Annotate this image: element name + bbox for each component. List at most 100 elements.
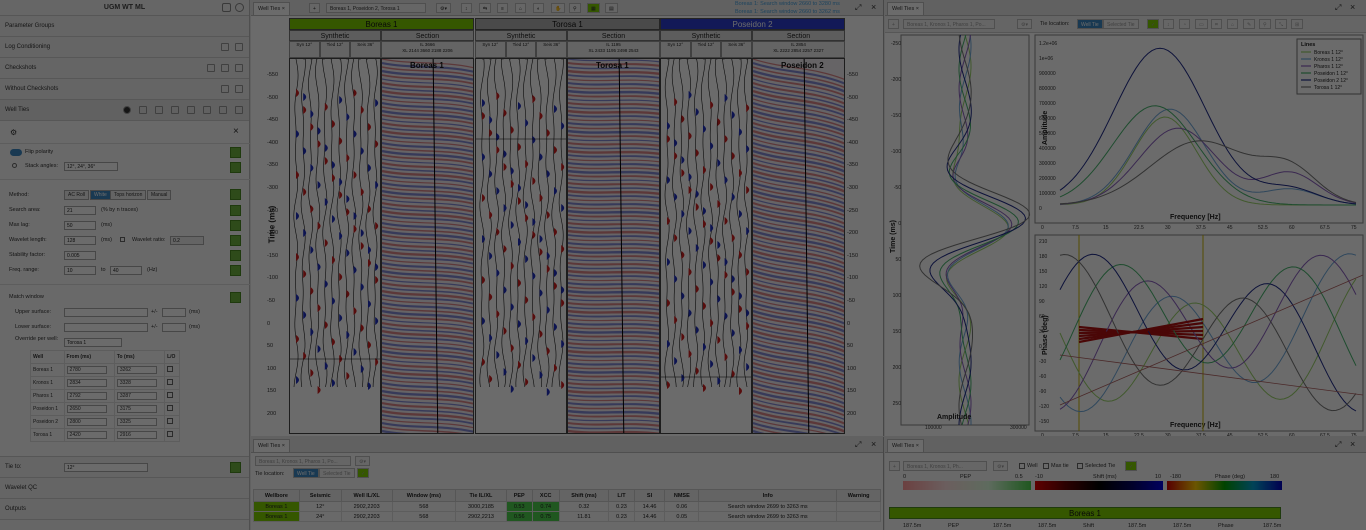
pause-icon[interactable]: [139, 106, 147, 114]
gear-dropdown[interactable]: ⚙▾: [1017, 19, 1032, 29]
tool-icon[interactable]: ◐: [533, 3, 545, 13]
lo-checkbox[interactable]: [167, 392, 174, 398]
filter-icon[interactable]: [207, 64, 215, 72]
to-value[interactable]: 2916: [116, 431, 157, 439]
synthetic-track[interactable]: [660, 58, 752, 434]
to-input[interactable]: 3328: [113, 376, 166, 390]
from-value[interactable]: 2792: [66, 392, 107, 400]
well-tie-button[interactable]: Well Tie: [1077, 19, 1103, 29]
col-header[interactable]: SI: [633, 489, 666, 502]
apply-button[interactable]: [230, 162, 241, 173]
method-ac-roll[interactable]: AC Roll: [64, 190, 89, 200]
apply-button[interactable]: [230, 250, 241, 261]
add-button[interactable]: +: [889, 461, 900, 471]
close-icon[interactable]: ×: [1350, 439, 1355, 449]
filter-icon[interactable]: [155, 106, 163, 114]
well-tie-button[interactable]: Well Tie: [293, 468, 319, 478]
selected-tie-button[interactable]: Selected Tie: [319, 468, 355, 478]
lo-checkbox-cell[interactable]: [164, 428, 180, 442]
upper-surface-select[interactable]: [64, 308, 148, 317]
override-select[interactable]: Torosa 1: [64, 338, 122, 347]
apply-button[interactable]: [230, 235, 241, 246]
apply-button[interactable]: ✓: [357, 468, 370, 478]
tool-icon[interactable]: ✋: [551, 3, 566, 13]
doc-icon[interactable]: [222, 3, 231, 12]
add-tab-button[interactable]: +: [309, 3, 320, 13]
trash-icon[interactable]: [235, 43, 243, 51]
gear-icon[interactable]: ⚙: [10, 128, 17, 137]
to-input[interactable]: 3262: [113, 363, 166, 377]
lo-checkbox-cell[interactable]: [164, 415, 180, 429]
method-tops-horizon[interactable]: Tops horizon: [110, 190, 147, 200]
layout-icon[interactable]: ▤: [605, 3, 618, 13]
method-white[interactable]: White: [90, 190, 111, 200]
lo-checkbox-cell[interactable]: [164, 402, 180, 416]
section-wavelet-qc[interactable]: Wavelet QC: [0, 478, 249, 499]
section-checkshots[interactable]: Checkshots: [0, 58, 249, 79]
apply-button[interactable]: [230, 292, 241, 303]
gear-dropdown[interactable]: ⚙▾: [993, 461, 1008, 471]
tool-icon[interactable]: ↕: [461, 3, 472, 13]
to-input[interactable]: 2916: [113, 428, 166, 442]
col-header[interactable]: NMSE: [664, 489, 700, 502]
max-lag-input[interactable]: 50: [64, 221, 96, 230]
col-header[interactable]: XCC: [531, 489, 560, 502]
tool-icon[interactable]: ▭: [1195, 19, 1208, 29]
section-tie-to[interactable]: Tie to: 12°: [0, 457, 249, 478]
tab-well-ties[interactable]: Well Ties ×: [253, 2, 290, 15]
gear-dropdown[interactable]: ⚙▾: [355, 456, 370, 466]
wells-dropdown[interactable]: Boreas 1, Kronos 1, Pharos 1, Po...: [255, 456, 351, 466]
to-input[interactable]: 3287: [113, 389, 166, 403]
apply-button[interactable]: [230, 220, 241, 231]
from-value[interactable]: 2780: [66, 366, 107, 374]
well-header[interactable]: Torosa 1: [475, 18, 660, 30]
freq-from-input[interactable]: 10: [64, 266, 96, 275]
filter-icon[interactable]: [221, 43, 229, 51]
link-icon[interactable]: [171, 106, 179, 114]
col-header[interactable]: Tie IL/XL: [455, 489, 507, 502]
stack-angles-radio[interactable]: [12, 163, 17, 168]
tool-icon[interactable]: ⌂: [515, 3, 527, 13]
lo-checkbox[interactable]: [167, 366, 174, 372]
tab-well-ties[interactable]: Well Ties ×: [887, 439, 924, 452]
trash-icon[interactable]: [235, 106, 243, 114]
wells-dropdown[interactable]: Boreas 1, Kronos 1, Ph...: [903, 461, 987, 471]
gear-icon[interactable]: [235, 3, 244, 12]
freq-to-input[interactable]: 40: [110, 266, 142, 275]
wells-dropdown[interactable]: Boreas 1, Kronos 1, Pharos 1, Po...: [903, 19, 995, 29]
from-value[interactable]: 2420: [66, 431, 107, 439]
apply-button[interactable]: ✓: [1147, 19, 1160, 29]
col-header[interactable]: Well IL/XL: [340, 489, 393, 502]
to-value[interactable]: 3287: [116, 392, 157, 400]
col-header[interactable]: Info: [698, 489, 838, 502]
lo-checkbox[interactable]: [167, 379, 174, 385]
col-header[interactable]: Seismic: [298, 489, 342, 502]
from-value[interactable]: 2650: [66, 405, 107, 413]
apply-button[interactable]: [230, 265, 241, 276]
maximize-icon[interactable]: ⤢: [855, 440, 861, 450]
lo-checkbox[interactable]: [167, 418, 174, 424]
wavelet-ratio-checkbox[interactable]: [120, 237, 125, 242]
tool-icon[interactable]: ↕: [1163, 19, 1174, 29]
col-header[interactable]: Shift (ms): [558, 489, 610, 502]
synthetic-track[interactable]: [289, 58, 381, 434]
wavelet-length-input[interactable]: 128: [64, 236, 96, 245]
trash-icon[interactable]: [235, 64, 243, 72]
section-without-checkshots[interactable]: Without Checkshots: [0, 79, 249, 100]
tool-icon[interactable]: ✎: [1243, 19, 1256, 29]
section-well-ties[interactable]: Well Ties: [0, 100, 249, 121]
lo-checkbox-cell[interactable]: [164, 376, 180, 390]
seismic-section[interactable]: Boreas 1: [381, 58, 474, 434]
apply-button[interactable]: [230, 147, 241, 158]
seismic-section[interactable]: Poseidon 2: [752, 58, 845, 434]
tool-icon[interactable]: ⌂: [1227, 19, 1239, 29]
section-outputs[interactable]: Outputs: [0, 499, 249, 520]
wells-dropdown[interactable]: Boreas 1, Poseidon 2, Torosa 1: [326, 3, 426, 13]
col-header[interactable]: Wellbore: [253, 489, 300, 502]
to-value[interactable]: 3262: [116, 366, 157, 374]
stability-input[interactable]: 0.005: [64, 251, 96, 260]
filter-icon[interactable]: [221, 85, 229, 93]
from-input[interactable]: 2800: [63, 415, 115, 429]
apply-button[interactable]: [230, 189, 241, 200]
to-value[interactable]: 3328: [116, 379, 157, 387]
